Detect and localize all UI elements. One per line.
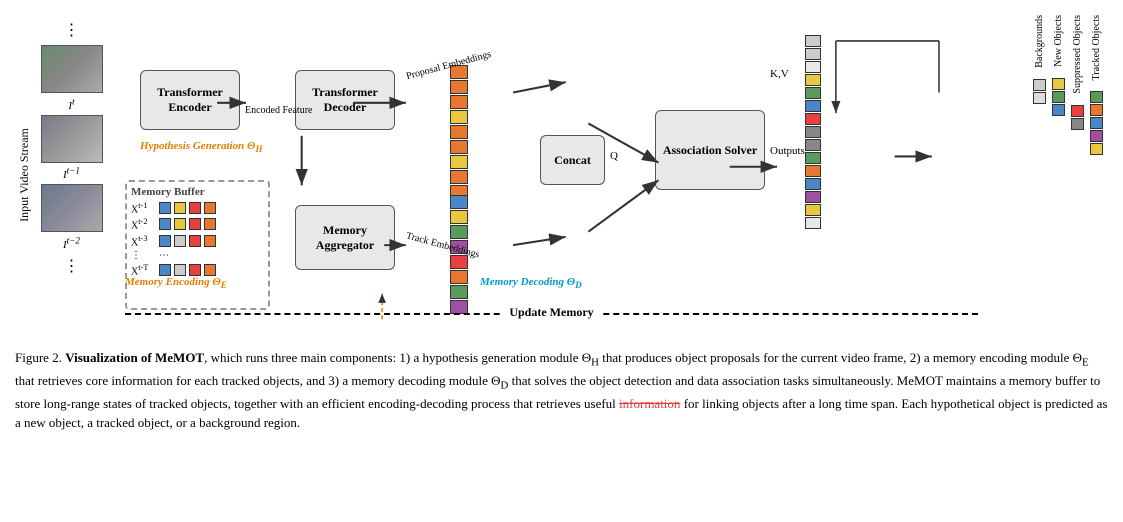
output-categories: Backgrounds New Objects Suppressed Objec… <box>1033 15 1103 305</box>
proposal-embeddings-label: Proposal Embeddings <box>405 49 492 82</box>
kv-label: K,V <box>770 68 789 80</box>
frame-label-1: It <box>68 96 74 112</box>
frame-label-3: It−2 <box>63 235 80 251</box>
update-memory-line: Update Memory <box>125 313 978 330</box>
transformer-decoder-box: Transformer Decoder <box>295 70 395 130</box>
encoded-feature-label: Encoded Feature <box>245 105 312 116</box>
frame-label-2: It−1 <box>63 166 80 182</box>
new-objects-col: New Objects <box>1052 15 1065 305</box>
video-frame-3 <box>41 184 103 232</box>
mem-row-1: Xt-1 <box>131 201 264 215</box>
update-memory-label: Update Memory <box>503 305 599 320</box>
tracked-objects-label: Tracked Objects <box>1091 15 1102 80</box>
mem-row-dots: ⋮ ⋯ <box>131 250 264 261</box>
dots-bottom: ⋮ <box>64 256 80 276</box>
memory-buffer-box: Memory Buffer Xt-1 Xt-2 Xt-3 <box>125 180 270 310</box>
transformer-encoder-box: Transformer Encoder <box>140 70 240 130</box>
track-embeddings-label: Track Embeddings <box>405 230 481 260</box>
hypothesis-generation-label: Hypothesis Generation ΘH <box>140 140 262 154</box>
suppressed-objects-stack <box>1071 105 1084 130</box>
video-frames: ⋮ It It−1 It−2 ⋮ <box>41 20 103 276</box>
suppressed-objects-col: Suppressed Objects <box>1071 15 1084 305</box>
diagram-area: Input Video Stream ⋮ It It−1 It−2 ⋮ Tran… <box>15 10 1108 340</box>
memory-buffer-rows: Xt-1 Xt-2 Xt-3 <box>131 201 264 277</box>
memory-encoding-label: Memory Encoding ΘE <box>125 276 227 290</box>
association-solver-box: Association Solver <box>655 110 765 190</box>
new-objects-label: New Objects <box>1053 15 1064 67</box>
video-stream-label: Input Video Stream <box>17 128 32 222</box>
new-objects-stack <box>1052 78 1065 116</box>
tracked-objects-col: Tracked Objects <box>1090 15 1103 305</box>
backgrounds-col: Backgrounds <box>1033 15 1046 305</box>
video-stream: Input Video Stream ⋮ It It−1 It−2 ⋮ <box>15 20 110 330</box>
main-flow: Transformer Encoder Transformer Decoder … <box>110 10 1108 340</box>
backgrounds-stack <box>1033 79 1046 104</box>
memory-decoding-label: Memory Decoding ΘD <box>480 276 582 290</box>
caption-bold: Visualization of MeMOT <box>65 350 204 365</box>
tracked-objects-stack <box>1090 91 1103 155</box>
backgrounds-label: Backgrounds <box>1034 15 1045 68</box>
video-frame-1 <box>41 45 103 93</box>
output-embeddings-bar <box>805 35 821 229</box>
outputs-label: Outputs <box>770 145 805 157</box>
q-label: Q <box>610 150 618 162</box>
mem-row-2: Xt-2 <box>131 217 264 231</box>
memory-aggregator-box: Memory Aggregator <box>295 205 395 270</box>
mem-row-3: Xt-3 <box>131 234 264 248</box>
caption-prefix: Figure 2. <box>15 350 62 365</box>
proposal-embeddings-bar <box>450 65 468 199</box>
concat-box: Concat <box>540 135 605 185</box>
memory-buffer-label: Memory Buffer <box>131 186 264 198</box>
video-frame-2 <box>41 115 103 163</box>
suppressed-objects-label: Suppressed Objects <box>1072 15 1083 94</box>
dots-top: ⋮ <box>64 20 80 40</box>
figure-caption: Figure 2. Visualization of MeMOT, which … <box>15 348 1108 433</box>
